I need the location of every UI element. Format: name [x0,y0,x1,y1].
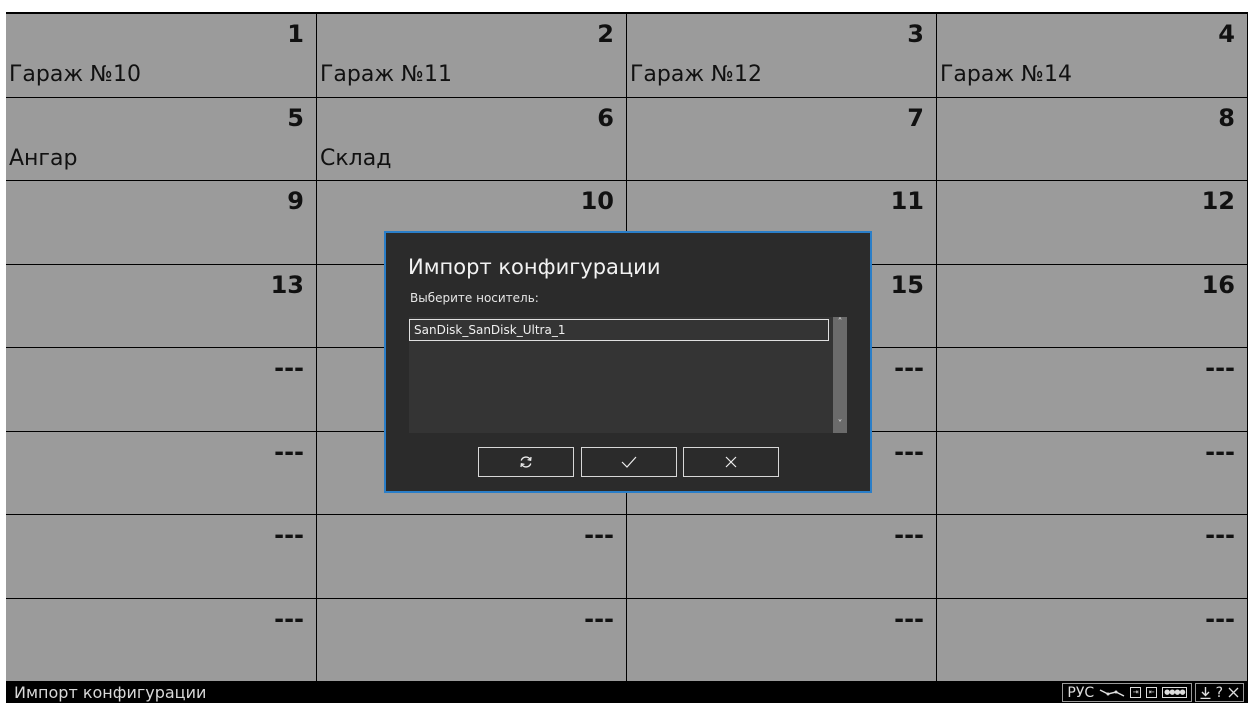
zone-cell[interactable]: --- [627,598,937,682]
ok-button[interactable] [581,447,677,477]
zone-number: 10 [580,187,614,215]
zone-number: --- [584,521,614,549]
zone-cell[interactable]: --- [937,598,1248,682]
zone-cell[interactable]: 5 Ангар [6,97,317,181]
zone-label: Ангар [9,145,78,171]
taskbar: Импорт конфигурации РУС ⇥ ⇤ ●●●● ? [6,682,1248,703]
zone-number: --- [274,521,304,549]
zone-cell[interactable]: --- [6,348,317,432]
help-icon[interactable]: ? [1216,685,1223,701]
zone-number: --- [894,521,924,549]
zone-number: 2 [597,20,614,48]
list-item[interactable]: SanDisk_SanDisk_Ultra_1 [409,319,829,341]
zone-cell[interactable]: 3 Гараж №12 [627,14,937,98]
checkmark-icon [621,456,637,468]
zone-label: Гараж №11 [320,62,453,87]
zone-cell[interactable]: --- [6,515,317,599]
login-icon[interactable]: ⇥ [1130,687,1142,698]
zone-number: 7 [907,103,924,132]
zone-cell[interactable]: --- [937,431,1248,515]
zone-number: 16 [1201,270,1235,299]
tray-group-status: РУС ⇥ ⇤ ●●●● [1062,683,1192,702]
zone-number: 3 [907,20,924,48]
zone-cell[interactable]: 9 [6,181,317,265]
zone-label: Гараж №14 [940,62,1073,87]
zone-number: --- [894,437,924,466]
chevron-down-icon[interactable]: ˅ [833,419,847,430]
cancel-button[interactable] [683,447,779,477]
zone-label: Склад [320,145,392,171]
zone-cell[interactable]: --- [317,598,627,682]
zone-number: --- [1205,521,1235,549]
refresh-button[interactable] [478,447,574,477]
zone-cell[interactable]: 8 [937,97,1248,181]
zone-cell[interactable]: 1 Гараж №10 [6,14,317,98]
system-tray: РУС ⇥ ⇤ ●●●● ? [1059,683,1244,702]
zone-cell[interactable]: 2 Гараж №11 [317,14,627,98]
zone-cell[interactable]: --- [937,515,1248,599]
language-indicator[interactable]: РУС [1067,685,1094,701]
download-icon[interactable] [1200,686,1211,699]
zone-cell[interactable]: 16 [937,264,1248,348]
zone-number: 9 [287,187,304,215]
zone-cell[interactable]: --- [627,515,937,599]
zone-cell[interactable]: 13 [6,264,317,348]
logout-icon[interactable]: ⇤ [1146,687,1158,698]
zone-number: --- [1205,437,1235,466]
zone-number: 4 [1218,20,1235,48]
zone-cell[interactable]: 6 Склад [317,97,627,181]
refresh-icon [520,456,532,468]
zone-number: --- [1205,604,1235,633]
chevron-up-icon[interactable]: ˄ [833,317,847,328]
zone-label: Гараж №10 [9,62,142,87]
network-icon[interactable] [1099,688,1125,698]
zone-number: --- [894,354,924,382]
close-icon [725,456,737,468]
zone-number: --- [584,604,614,633]
list-scrollbar[interactable]: ˄ ˅ [833,317,847,433]
zone-cell[interactable]: 12 [937,181,1248,265]
tray-group-actions: ? [1194,683,1244,702]
zone-cell[interactable]: --- [6,431,317,515]
zone-number: 15 [890,270,924,299]
zone-number: --- [894,604,924,633]
zone-number: --- [274,437,304,466]
zone-number: 6 [597,103,614,132]
zone-number: --- [274,354,304,382]
zone-number: --- [1205,354,1235,382]
zone-number: 12 [1201,187,1235,215]
taskbar-caption: Импорт конфигурации [14,683,207,702]
zone-cell[interactable]: 7 [627,97,937,181]
zone-number: 11 [890,187,924,215]
zone-number: 8 [1218,103,1235,132]
zone-cell[interactable]: --- [937,348,1248,432]
zone-number: 13 [270,270,304,299]
keyboard-icon[interactable]: ●●●● [1162,687,1187,698]
import-config-dialog: Импорт конфигурации Выберите носитель: S… [384,231,872,493]
zone-cell[interactable]: 4 Гараж №14 [937,14,1248,98]
zone-label: Гараж №12 [630,62,763,87]
dialog-subtitle: Выберите носитель: [410,291,539,305]
close-icon[interactable] [1228,687,1239,698]
zone-number: 1 [287,20,304,48]
dialog-title: Импорт конфигурации [408,255,661,279]
zone-cell[interactable]: --- [6,598,317,682]
zone-number: --- [274,604,304,633]
zone-number: 5 [287,103,304,132]
media-list[interactable]: SanDisk_SanDisk_Ultra_1 ˄ ˅ [409,317,847,433]
zone-cell[interactable]: --- [317,515,627,599]
